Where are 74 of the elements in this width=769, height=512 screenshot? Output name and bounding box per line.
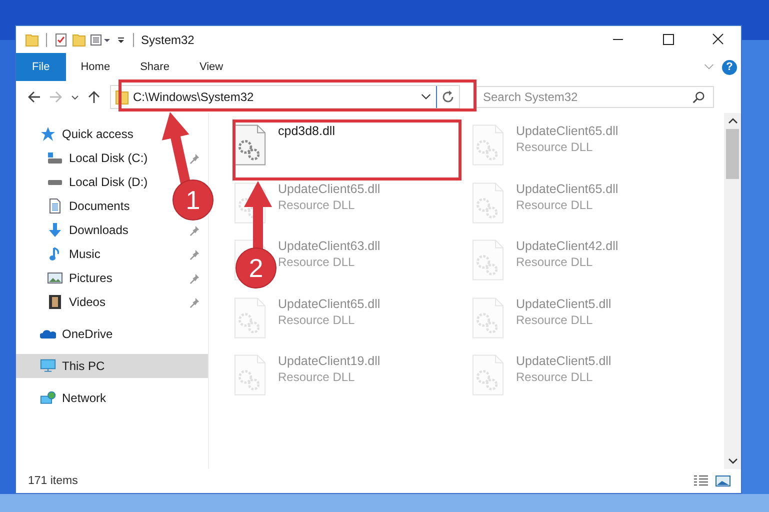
ribbon-tab[interactable]: Home: [66, 53, 126, 81]
search-box[interactable]: Search System32: [474, 86, 714, 108]
pin-icon[interactable]: [189, 152, 200, 164]
document-icon: [47, 198, 63, 214]
dll-file-icon: [234, 124, 266, 166]
window-title: System32: [141, 32, 194, 46]
file-type: Resource DLL: [278, 255, 356, 269]
file-type: Resource DLL: [516, 140, 594, 154]
scrollbar[interactable]: [724, 113, 741, 469]
view-dropdown-icon[interactable]: [90, 32, 112, 46]
file-type: Resource DLL: [278, 198, 356, 212]
sidebar-item[interactable]: Videos: [69, 295, 106, 309]
address-bar[interactable]: C:\Windows\System32: [110, 85, 460, 109]
sidebar-item[interactable]: This PC: [16, 354, 208, 378]
pin-icon[interactable]: [189, 296, 200, 308]
film-icon: [47, 294, 63, 310]
sidebar-item[interactable]: Quick access: [16, 122, 208, 146]
pin-icon[interactable]: [189, 272, 200, 284]
network-icon: [40, 390, 56, 406]
sidebar-item[interactable]: OneDrive: [16, 322, 208, 346]
back-icon[interactable]: [26, 89, 42, 105]
step-number-badge: 2: [236, 248, 276, 288]
sidebar-item[interactable]: Pictures: [69, 271, 112, 285]
properties-icon[interactable]: [54, 32, 68, 46]
sidebar-item[interactable]: Music: [69, 247, 100, 261]
sidebar-item[interactable]: Local Disk (D:): [69, 175, 148, 189]
file-type: Resource DLL: [516, 312, 594, 326]
expand-ribbon-icon[interactable]: [704, 63, 714, 71]
search-field[interactable]: Search System32: [475, 90, 692, 104]
large-icons-view-icon[interactable]: [715, 474, 731, 488]
file-type: Resource DLL: [278, 370, 356, 384]
dll-file-icon: [472, 182, 504, 224]
sidebar-item[interactable]: Documents: [69, 199, 130, 213]
search-icon[interactable]: [692, 90, 705, 104]
sidebar-label: This PC: [62, 359, 105, 373]
file-type: Resource DLL: [278, 312, 356, 326]
ribbon-tab[interactable]: Share: [125, 53, 184, 81]
scroll-up-icon[interactable]: [728, 117, 738, 125]
dll-file-icon: [234, 354, 266, 396]
up-icon[interactable]: [86, 89, 102, 105]
star-icon: [40, 126, 56, 142]
sidebar-item[interactable]: Local Disk (C:): [69, 151, 148, 165]
dll-file-icon: [472, 239, 504, 281]
sidebar-label: Quick access: [62, 127, 134, 141]
file-type: Resource DLL: [516, 198, 594, 212]
file-type: Resource DLL: [516, 370, 594, 384]
file-type: Resource DLL: [516, 255, 594, 269]
dll-file-icon: [234, 296, 266, 338]
pin-icon[interactable]: [189, 224, 200, 236]
ribbon-tab[interactable]: View: [184, 53, 238, 81]
ribbon-tab[interactable]: File: [16, 53, 66, 81]
item-count: 171 items: [28, 475, 78, 487]
pin-icon[interactable]: [189, 248, 200, 260]
scroll-down-icon[interactable]: [728, 457, 738, 465]
sidebar-label: Network: [62, 391, 106, 405]
dll-file-icon: [472, 296, 504, 338]
download-icon: [47, 222, 63, 238]
file-name[interactable]: cpd3d8.dll: [278, 124, 335, 138]
refresh-icon[interactable]: [440, 89, 456, 105]
caret-icon[interactable]: [421, 93, 431, 101]
drive-icon: [47, 150, 63, 166]
address-path: C:\Windows\System32: [133, 90, 255, 104]
dll-file-icon: [472, 124, 504, 166]
sidebar-label: OneDrive: [62, 327, 113, 341]
sidebar-item[interactable]: Downloads: [69, 223, 128, 237]
dll-file-icon: [472, 354, 504, 396]
monitor-icon: [40, 358, 56, 374]
picture-icon: [47, 270, 63, 286]
details-view-icon[interactable]: [693, 474, 709, 488]
help-button[interactable]: ?: [722, 60, 737, 74]
drive-icon: [48, 180, 62, 184]
step-number-badge: 1: [172, 180, 214, 220]
sidebar-item[interactable]: Network: [16, 386, 208, 410]
scroll-thumb[interactable]: [726, 129, 739, 179]
